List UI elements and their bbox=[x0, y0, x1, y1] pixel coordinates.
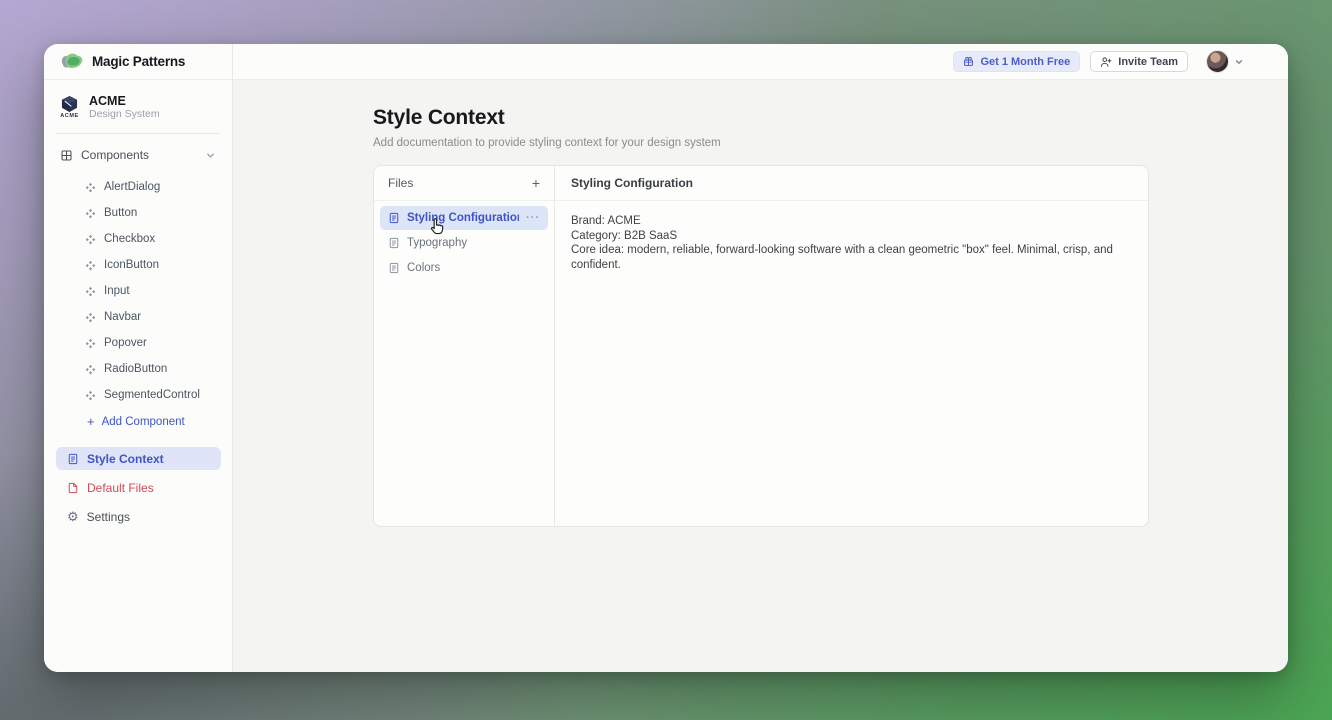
component-icon bbox=[85, 260, 96, 271]
file-item-styling-configuration[interactable]: Styling Configuration ··· bbox=[380, 206, 548, 230]
file-item-colors[interactable]: Colors bbox=[380, 256, 548, 280]
sidebar-item-iconbutton[interactable]: IconButton bbox=[44, 252, 232, 278]
component-icon bbox=[85, 312, 96, 323]
acme-logo: ACME bbox=[60, 96, 79, 119]
sidebar-item-navbar[interactable]: Navbar bbox=[44, 304, 232, 330]
add-file-button[interactable]: + bbox=[532, 176, 540, 190]
add-component-button[interactable]: + Add Component bbox=[44, 408, 232, 435]
grid-icon bbox=[60, 149, 73, 162]
sidebar-item-input[interactable]: Input bbox=[44, 278, 232, 304]
document-icon bbox=[388, 212, 400, 224]
workspace-switcher[interactable]: ACME ACME Design System bbox=[44, 92, 232, 131]
files-panel-header: Files + bbox=[374, 166, 554, 201]
component-icon bbox=[85, 364, 96, 375]
document-icon bbox=[388, 262, 400, 274]
sidebar: ACME ACME Design System Components bbox=[44, 80, 233, 672]
component-icon bbox=[85, 390, 96, 401]
invite-team-button[interactable]: Invite Team bbox=[1090, 51, 1188, 72]
chevron-down-icon bbox=[1234, 57, 1244, 67]
sidebar-item-alertdialog[interactable]: AlertDialog bbox=[44, 174, 232, 200]
get-month-free-label: Get 1 Month Free bbox=[980, 56, 1070, 68]
sidebar-item-segmentedcontrol[interactable]: SegmentedControl bbox=[44, 382, 232, 408]
main-content: Style Context Add documentation to provi… bbox=[233, 80, 1288, 672]
workspace-subtitle: Design System bbox=[89, 108, 160, 121]
files-list: Styling Configuration ··· Typography bbox=[374, 201, 554, 285]
files-panel: Files + Styling Configuration ··· bbox=[374, 166, 555, 526]
app-window: Magic Patterns Get 1 Month Free bbox=[44, 44, 1288, 672]
detail-line-core-idea: Core idea: modern, reliable, forward-loo… bbox=[571, 243, 1132, 272]
sidebar-item-style-context[interactable]: Style Context bbox=[56, 447, 221, 470]
file-icon bbox=[67, 482, 79, 494]
component-list: AlertDialog Button Checkbox IconButton I… bbox=[44, 174, 232, 408]
sidebar-nav: Style Context Default Files ⚙ Settings bbox=[44, 445, 232, 528]
sidebar-item-radiobutton[interactable]: RadioButton bbox=[44, 356, 232, 382]
document-icon bbox=[388, 237, 400, 249]
user-plus-icon bbox=[1100, 56, 1112, 68]
detail-panel-title: Styling Configuration bbox=[555, 166, 1148, 201]
file-detail-panel: Styling Configuration Brand: ACME Catego… bbox=[555, 166, 1148, 526]
files-title: Files bbox=[388, 176, 413, 190]
component-icon bbox=[85, 338, 96, 349]
workspace-name: ACME bbox=[89, 94, 160, 108]
detail-line-brand: Brand: ACME bbox=[571, 214, 1132, 229]
style-context-card: Files + Styling Configuration ··· bbox=[373, 165, 1149, 527]
chevron-down-icon bbox=[205, 150, 216, 161]
sidebar-item-popover[interactable]: Popover bbox=[44, 330, 232, 356]
sidebar-divider bbox=[56, 133, 220, 134]
user-menu[interactable] bbox=[1206, 50, 1244, 73]
detail-panel-body: Brand: ACME Category: B2B SaaS Core idea… bbox=[555, 201, 1148, 285]
sidebar-item-checkbox[interactable]: Checkbox bbox=[44, 226, 232, 252]
header-brand-area: Magic Patterns bbox=[44, 44, 233, 80]
desktop-background: Magic Patterns Get 1 Month Free bbox=[0, 0, 1332, 720]
component-icon bbox=[85, 182, 96, 193]
user-avatar[interactable] bbox=[1206, 50, 1229, 73]
plus-icon: + bbox=[87, 415, 95, 428]
document-icon bbox=[67, 453, 79, 465]
component-icon bbox=[85, 286, 96, 297]
gift-icon bbox=[963, 56, 974, 67]
invite-team-label: Invite Team bbox=[1118, 56, 1178, 68]
header-actions: Get 1 Month Free Invite Team bbox=[233, 44, 1288, 80]
get-month-free-button[interactable]: Get 1 Month Free bbox=[953, 51, 1080, 72]
add-component-label: Add Component bbox=[102, 416, 185, 428]
component-icon bbox=[85, 234, 96, 245]
sidebar-item-default-files[interactable]: Default Files bbox=[56, 476, 221, 499]
gear-icon: ⚙ bbox=[67, 511, 79, 523]
file-item-typography[interactable]: Typography bbox=[380, 231, 548, 255]
sidebar-item-button[interactable]: Button bbox=[44, 200, 232, 226]
component-icon bbox=[85, 208, 96, 219]
sidebar-item-settings[interactable]: ⚙ Settings bbox=[56, 505, 221, 528]
page-subtitle: Add documentation to provide styling con… bbox=[373, 137, 1288, 149]
components-section-label: Components bbox=[81, 148, 197, 162]
acme-logo-text: ACME bbox=[60, 113, 79, 119]
detail-line-category: Category: B2B SaaS bbox=[571, 229, 1132, 244]
components-section-toggle[interactable]: Components bbox=[44, 138, 232, 168]
page-title: Style Context bbox=[373, 106, 1288, 130]
magic-patterns-logo-icon bbox=[60, 52, 85, 71]
file-more-menu[interactable]: ··· bbox=[526, 212, 540, 224]
brand-name: Magic Patterns bbox=[92, 54, 185, 69]
